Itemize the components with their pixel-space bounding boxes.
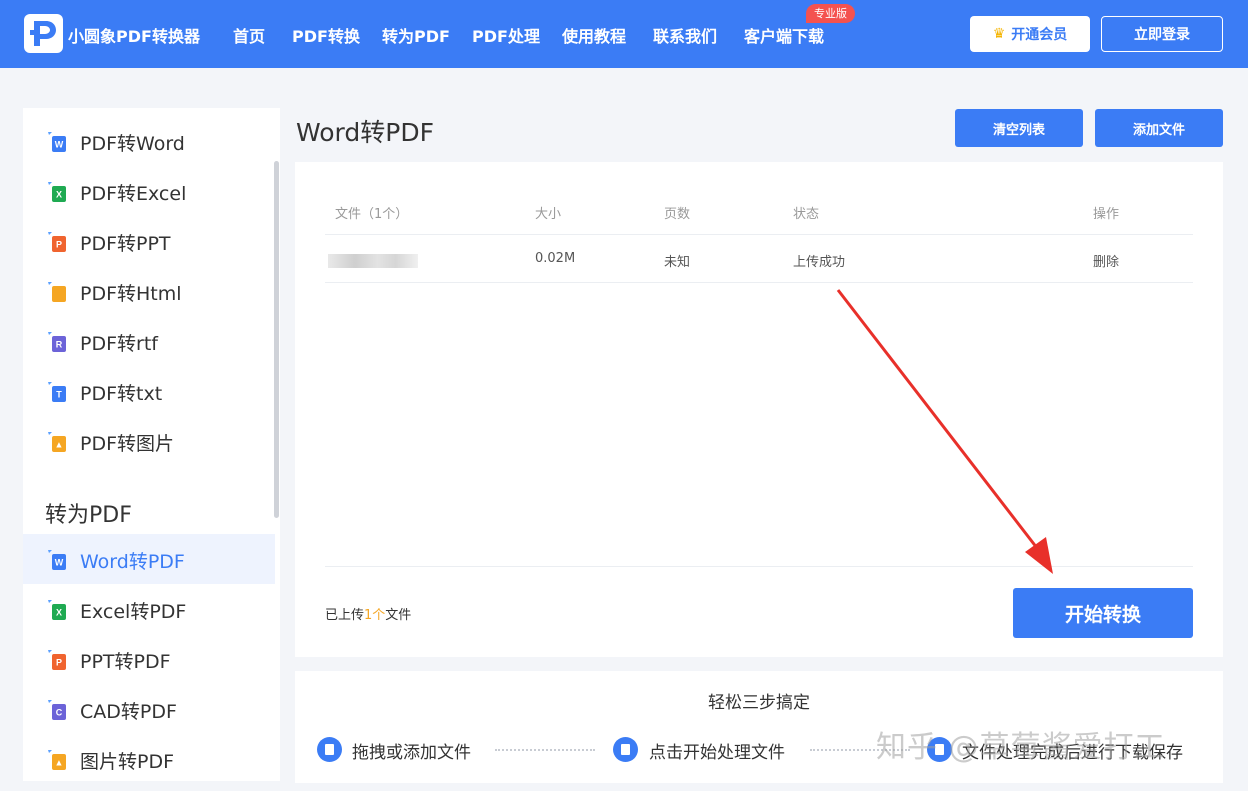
process-step-icon — [613, 737, 638, 762]
svg-text:X: X — [56, 190, 62, 200]
sidebar-item-label: PDF转Excel — [80, 183, 187, 205]
svg-text:T: T — [56, 390, 62, 400]
file-status: 上传成功 — [793, 255, 846, 270]
app-logo[interactable] — [24, 14, 63, 53]
row-divider — [325, 282, 1193, 283]
sidebar-item-label: Word转PDF — [80, 551, 185, 573]
sidebar: 转为PDF W PDF转Word X PDF转Excel P PDF转PPT PDF转Htm… — [23, 108, 280, 781]
col-file: 文件（1个） — [335, 207, 409, 222]
nav-home[interactable]: 首页 — [233, 23, 265, 47]
clear-list-button[interactable]: 清空列表 — [955, 109, 1083, 147]
sidebar-item-label: CAD转PDF — [80, 701, 177, 723]
header-divider — [325, 234, 1193, 235]
upload-count-text: 已上传1个文件 — [325, 608, 412, 623]
nav-tutorial[interactable]: 使用教程 — [562, 23, 626, 47]
sidebar-item-label: PPT转PDF — [80, 651, 171, 673]
word-icon: W — [47, 549, 67, 571]
nav-client-download[interactable]: 客户端下载 — [744, 23, 824, 47]
nav-pdf-process[interactable]: PDF处理 — [472, 23, 540, 47]
sidebar-item-label: 图片转PDF — [80, 751, 175, 773]
col-pages: 页数 — [664, 207, 691, 222]
sidebar-item-label: PDF转PPT — [80, 233, 171, 255]
sidebar-item-excel[interactable]: X Excel转PDF — [23, 584, 275, 634]
file-pages: 未知 — [664, 255, 691, 270]
sidebar-item-label: PDF转Word — [80, 133, 185, 155]
svg-text:▲: ▲ — [55, 440, 64, 450]
crown-icon: ♛ — [992, 26, 1006, 42]
vip-label: 开通会员 — [1011, 27, 1068, 43]
rtf-icon: R — [47, 331, 67, 353]
sidebar-item-cad[interactable]: C CAD转PDF — [23, 684, 275, 734]
sidebar-item-ppt[interactable]: P PDF转PPT — [23, 216, 275, 266]
page-title: Word转PDF — [296, 118, 434, 147]
svg-text:X: X — [56, 608, 62, 618]
file-name-blurred — [328, 254, 418, 268]
sidebar-item-image[interactable]: ▲ 图片转PDF — [23, 734, 275, 781]
file-step-icon — [317, 737, 342, 762]
image-icon: ▲ — [47, 431, 67, 453]
sidebar-item-label: PDF转txt — [80, 383, 163, 405]
file-list-panel: 文件（1个） 大小 页数 状态 操作 0.02M 未知 上传成功 删除 已上传1… — [295, 162, 1223, 657]
excel-icon: X — [47, 181, 67, 203]
sidebar-item-label: PDF转rtf — [80, 333, 158, 355]
add-file-button[interactable]: 添加文件 — [1095, 109, 1223, 147]
vip-button[interactable]: ♛ 开通会员 — [970, 16, 1090, 52]
brand-name: 小圆象PDF转换器 — [68, 27, 200, 46]
delete-link[interactable]: 删除 — [1093, 251, 1119, 270]
sidebar-item-html[interactable]: PDF转Html — [23, 266, 275, 316]
sidebar-item-word[interactable]: W Word转PDF — [23, 534, 275, 584]
sidebar-item-word[interactable]: W PDF转Word — [23, 116, 275, 166]
svg-text:P: P — [56, 240, 62, 250]
svg-text:W: W — [55, 140, 64, 150]
html-icon — [47, 281, 67, 303]
login-button[interactable]: 立即登录 — [1101, 16, 1223, 52]
sidebar-item-excel[interactable]: X PDF转Excel — [23, 166, 275, 216]
svg-text:C: C — [56, 708, 63, 718]
image-icon: ▲ — [47, 749, 67, 771]
file-size: 0.02M — [535, 251, 576, 266]
sidebar-item-label: Excel转PDF — [80, 601, 187, 623]
col-action: 操作 — [1093, 207, 1120, 222]
to-pdf-heading: 转为PDF — [45, 503, 132, 528]
svg-text:▲: ▲ — [55, 758, 64, 768]
step-1-label: 拖拽或添加文件 — [352, 743, 471, 763]
sidebar-item-txt[interactable]: T PDF转txt — [23, 366, 275, 416]
col-size: 大小 — [535, 207, 562, 222]
top-nav-bar: 小圆象PDF转换器 首页 PDF转换 转为PDF PDF处理 使用教程 联系我们… — [0, 0, 1248, 68]
nav-pdf-convert[interactable]: PDF转换 — [292, 23, 360, 47]
step-2-label: 点击开始处理文件 — [649, 743, 785, 763]
nav-to-pdf[interactable]: 转为PDF — [382, 23, 450, 47]
pro-badge: 专业版 — [806, 4, 855, 23]
svg-text:P: P — [56, 658, 62, 668]
sidebar-item-rtf[interactable]: R PDF转rtf — [23, 316, 275, 366]
excel-icon: X — [47, 599, 67, 621]
sidebar-item-label: PDF转Html — [80, 283, 182, 305]
sidebar-item-image[interactable]: ▲ PDF转图片 — [23, 416, 275, 466]
ppt-icon: P — [47, 649, 67, 671]
cad-icon: C — [47, 699, 67, 721]
sidebar-item-label: PDF转图片 — [80, 433, 175, 455]
start-convert-button[interactable]: 开始转换 — [1013, 588, 1193, 638]
ppt-icon: P — [47, 231, 67, 253]
watermark: 知乎 @草莓酱爱打工 — [876, 730, 1166, 765]
steps-title: 轻松三步搞定 — [708, 693, 810, 713]
logo-icon — [30, 21, 56, 46]
step-connector — [495, 749, 595, 751]
upload-count: 1个 — [364, 608, 386, 623]
sidebar-item-ppt[interactable]: P PPT转PDF — [23, 634, 275, 684]
svg-text:W: W — [55, 558, 64, 568]
nav-contact[interactable]: 联系我们 — [653, 23, 717, 47]
txt-icon: T — [47, 381, 67, 403]
word-icon: W — [47, 131, 67, 153]
footer-divider — [325, 566, 1193, 567]
svg-text:R: R — [56, 340, 63, 350]
col-status: 状态 — [793, 207, 820, 222]
